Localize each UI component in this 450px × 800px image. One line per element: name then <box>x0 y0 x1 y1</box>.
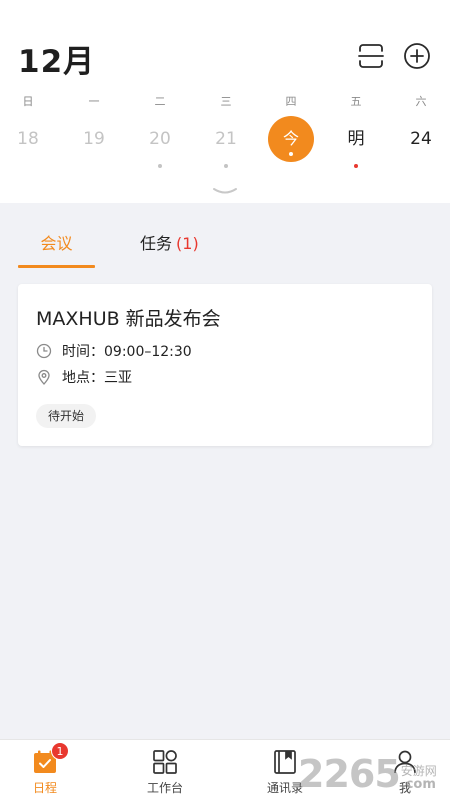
tab-bar: 会议 任务 (1) <box>0 218 450 268</box>
tab-meeting-label: 会议 <box>40 234 73 253</box>
date-cell-today[interactable]: 今 <box>268 116 314 162</box>
date-label: 今 <box>282 129 299 148</box>
weekday-tue: 二 <box>154 95 166 108</box>
weekday-mon: 一 <box>88 95 100 108</box>
weekday-row: 日 一 二 三 四 五 六 <box>0 93 450 109</box>
nav-schedule[interactable]: 1 日程 <box>0 740 90 800</box>
date-cell[interactable]: 20 <box>137 116 183 168</box>
grid-icon <box>151 748 179 776</box>
weekday-sun: 日 <box>22 95 34 108</box>
nav-schedule-label: 日程 <box>32 781 57 795</box>
nav-workbench[interactable]: 工作台 <box>120 740 210 800</box>
user-icon <box>391 748 419 776</box>
date-label: 20 <box>149 128 171 149</box>
date-label: 24 <box>410 128 432 149</box>
nav-workbench-label: 工作台 <box>146 781 183 795</box>
date-cell-tomorrow[interactable]: 明 <box>333 116 379 168</box>
weekday-wed: 三 <box>220 95 232 108</box>
date-label: 明 <box>347 128 365 149</box>
chevron-down-icon[interactable] <box>212 183 238 195</box>
location-pin-icon <box>36 369 52 385</box>
schedule-badge: 1 <box>51 742 69 760</box>
bottom-nav: 1 日程 工作台 通讯录 我 <box>0 739 450 800</box>
address-book-icon <box>271 748 299 776</box>
date-label: 18 <box>17 128 39 149</box>
meeting-title: MAXHUB 新品发布会 <box>36 308 221 330</box>
event-dot <box>224 164 228 168</box>
scan-icon[interactable] <box>357 42 385 70</box>
event-dot <box>158 164 162 168</box>
calendar-header: 12月 日 一 二 三 四 五 六 18 19 20 21 今 明 24 <box>0 0 450 203</box>
weekday-fri: 五 <box>350 95 362 108</box>
date-row: 18 19 20 21 今 明 24 <box>0 116 450 168</box>
tab-task-label: 任务 <box>140 234 173 253</box>
date-label: 19 <box>83 128 105 149</box>
date-cell[interactable]: 24 <box>398 116 444 162</box>
status-badge: 待开始 <box>36 404 97 428</box>
meeting-card[interactable]: MAXHUB 新品发布会 时间：09:00–12:30 地点：三亚 待开始 <box>18 284 432 446</box>
date-label: 21 <box>215 128 237 149</box>
month-title[interactable]: 12月 <box>18 36 95 81</box>
event-dot <box>289 152 293 156</box>
tab-meeting[interactable]: 会议 <box>18 230 95 268</box>
meeting-time: 时间：09:00–12:30 <box>62 344 192 360</box>
plus-circle-icon[interactable] <box>403 42 431 70</box>
meeting-location-row: 地点：三亚 <box>36 367 132 387</box>
weekday-thu: 四 <box>285 95 297 108</box>
meeting-location: 地点：三亚 <box>62 370 132 386</box>
meeting-time-row: 时间：09:00–12:30 <box>36 341 192 361</box>
weekday-sat: 六 <box>415 95 427 108</box>
nav-me[interactable]: 我 <box>360 740 450 800</box>
event-dot <box>354 164 358 168</box>
date-cell[interactable]: 21 <box>203 116 249 168</box>
task-count-badge: (1) <box>176 234 199 253</box>
date-cell[interactable]: 19 <box>71 116 117 162</box>
tab-task[interactable]: 任务 (1) <box>140 230 199 266</box>
clock-icon <box>36 343 52 359</box>
nav-me-label: 我 <box>398 781 411 795</box>
nav-contacts[interactable]: 通讯录 <box>240 740 330 800</box>
tab-underline <box>18 265 95 268</box>
nav-contacts-label: 通讯录 <box>266 781 303 795</box>
date-cell[interactable]: 18 <box>5 116 51 162</box>
